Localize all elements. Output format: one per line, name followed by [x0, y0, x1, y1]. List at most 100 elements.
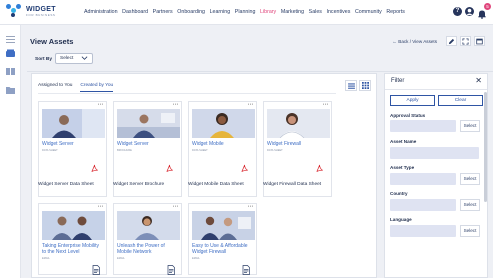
page-title: View Assets: [30, 37, 74, 46]
filter-scrollbar[interactable]: [484, 92, 487, 202]
brand-name: WIDGET: [26, 5, 56, 13]
more-icon[interactable]: ···: [248, 203, 254, 210]
bell-icon[interactable]: 5: [477, 3, 491, 19]
asset-thumbnail: [192, 109, 255, 138]
assets-icon[interactable]: [5, 63, 16, 75]
more-icon[interactable]: ···: [98, 101, 104, 108]
asset-card[interactable]: ··· Widget Server DATA SHEET Widget Serv…: [38, 101, 107, 197]
edit-button[interactable]: [446, 36, 457, 46]
more-icon[interactable]: ···: [173, 203, 179, 210]
asset-title[interactable]: Unleash the Power of Mobile Network: [117, 243, 177, 255]
tab-assigned-to-you[interactable]: Assigned to You: [38, 83, 72, 92]
asset-thumbnail: [42, 211, 105, 240]
asset-thumbnail: [267, 109, 330, 138]
asset-title[interactable]: Widget Server: [42, 141, 102, 148]
asset-type: EMAIL: [42, 257, 50, 260]
country-field[interactable]: [390, 199, 456, 211]
language-select-button[interactable]: Select: [460, 225, 480, 237]
pdf-icon: [91, 164, 98, 172]
filter-label-country: Country: [390, 191, 408, 196]
close-icon[interactable]: ✕: [475, 77, 482, 85]
expand-icon: [462, 37, 469, 45]
notification-badge: 5: [484, 3, 491, 10]
asset-title[interactable]: Widget Mobile: [192, 141, 252, 148]
asset-title[interactable]: Widget Server: [117, 141, 177, 148]
nav-item-library[interactable]: Library: [260, 9, 276, 15]
asset-name[interactable]: Widget Firewall Data Sheet: [263, 182, 353, 187]
asset-card[interactable]: ··· Taking Enterprise Mobility to the Ne…: [38, 203, 107, 275]
asset-title[interactable]: Easy to Use & Affordable Widget Firewall: [192, 243, 252, 255]
asset-thumbnail: [42, 109, 105, 138]
list-view-button[interactable]: [345, 80, 357, 91]
country-select-button[interactable]: Select: [460, 199, 480, 211]
apply-button[interactable]: Apply: [390, 95, 435, 106]
approval-status-select-button[interactable]: Select: [460, 120, 480, 132]
asset-title[interactable]: Taking Enterprise Mobility to the Next L…: [42, 243, 102, 255]
asset-type: EMAIL: [117, 257, 125, 260]
filter-label-language: Language: [390, 217, 412, 222]
back-link[interactable]: ← Back / View Assets: [392, 39, 437, 44]
asset-card[interactable]: ··· Widget Server BROCHURE Widget Server…: [113, 101, 182, 197]
asset-title[interactable]: Widget Firewall: [267, 141, 327, 148]
sort-select[interactable]: Select: [55, 53, 93, 64]
nav-item-incentives[interactable]: Incentives: [327, 9, 351, 15]
nav-item-partners[interactable]: Partners: [153, 9, 173, 15]
folder-icon[interactable]: [5, 82, 16, 94]
panel-icon: [476, 38, 483, 44]
side-rail: [0, 25, 21, 278]
asset-type: DATA SHEET: [42, 149, 58, 152]
asset-card[interactable]: ··· Widget Firewall DATA SHEET Widget Fi…: [263, 101, 332, 197]
asset-type-field[interactable]: [390, 173, 456, 185]
nav-item-reports[interactable]: Reports: [386, 9, 405, 15]
more-icon[interactable]: ···: [248, 101, 254, 108]
grid-view-button[interactable]: [359, 80, 371, 91]
more-icon[interactable]: ···: [323, 101, 329, 108]
library-icon[interactable]: [5, 45, 16, 57]
tab-underline: [38, 93, 336, 94]
filter-label-asset-type: Asset Type: [390, 165, 415, 170]
filter-divider: [385, 89, 487, 90]
pdf-icon: [241, 164, 248, 172]
brand-logo[interactable]: WIDGET FOR BUSINESS: [6, 4, 56, 18]
asset-type: DATA SHEET: [192, 149, 208, 152]
filter-panel: Filter ✕ Apply Clear Approval Status Sel…: [384, 73, 488, 278]
asset-card[interactable]: ··· Widget Mobile DATA SHEET Widget Mobi…: [188, 101, 257, 197]
asset-type: BROCHURE: [117, 149, 132, 152]
filter-label-asset-name: Asset Name: [390, 139, 417, 144]
main-nav: Administration Dashboard Partners Onboar…: [84, 9, 410, 15]
asset-thumbnail: [117, 109, 180, 138]
nav-item-marketing[interactable]: Marketing: [281, 9, 304, 15]
document-icon: [92, 265, 100, 275]
clear-button[interactable]: Clear: [438, 95, 483, 106]
nav-item-learning[interactable]: Learning: [210, 9, 231, 15]
filter-title: Filter: [391, 78, 405, 84]
assets-panel: Assigned to You Created by You ··· Widge…: [31, 73, 377, 278]
nav-item-sales[interactable]: Sales: [309, 9, 322, 15]
chevron-down-icon: [81, 56, 88, 60]
approval-status-field[interactable]: [390, 120, 456, 132]
list-icon: [347, 82, 355, 89]
nav-item-community[interactable]: Community: [355, 9, 382, 15]
divider: [27, 71, 493, 72]
asset-type: DATA SHEET: [267, 149, 283, 152]
nav-item-dashboard[interactable]: Dashboard: [122, 9, 148, 15]
asset-type-select-button[interactable]: Select: [460, 173, 480, 185]
fullscreen-button[interactable]: [460, 36, 471, 46]
asset-card[interactable]: ··· Unleash the Power of Mobile Network …: [113, 203, 182, 275]
logo-icon: [6, 4, 22, 18]
display-settings-button[interactable]: [474, 36, 485, 46]
user-avatar[interactable]: [465, 6, 474, 16]
tab-created-by-you[interactable]: Created by You: [80, 83, 114, 92]
language-field[interactable]: [390, 225, 456, 237]
help-icon[interactable]: ?: [453, 6, 462, 16]
asset-card[interactable]: ··· Easy to Use & Affordable Widget Fire…: [188, 203, 257, 275]
more-icon[interactable]: ···: [173, 101, 179, 108]
more-icon[interactable]: ···: [98, 203, 104, 210]
asset-name-field[interactable]: [390, 147, 479, 159]
nav-item-administration[interactable]: Administration: [84, 9, 118, 15]
nav-item-planning[interactable]: Planning: [235, 9, 256, 15]
menu-icon[interactable]: [5, 31, 16, 43]
back-link-label: Back / View Assets: [398, 38, 437, 44]
nav-item-onboarding[interactable]: Onboarding: [177, 9, 205, 15]
filter-label-approval-status: Approval Status: [390, 113, 426, 118]
